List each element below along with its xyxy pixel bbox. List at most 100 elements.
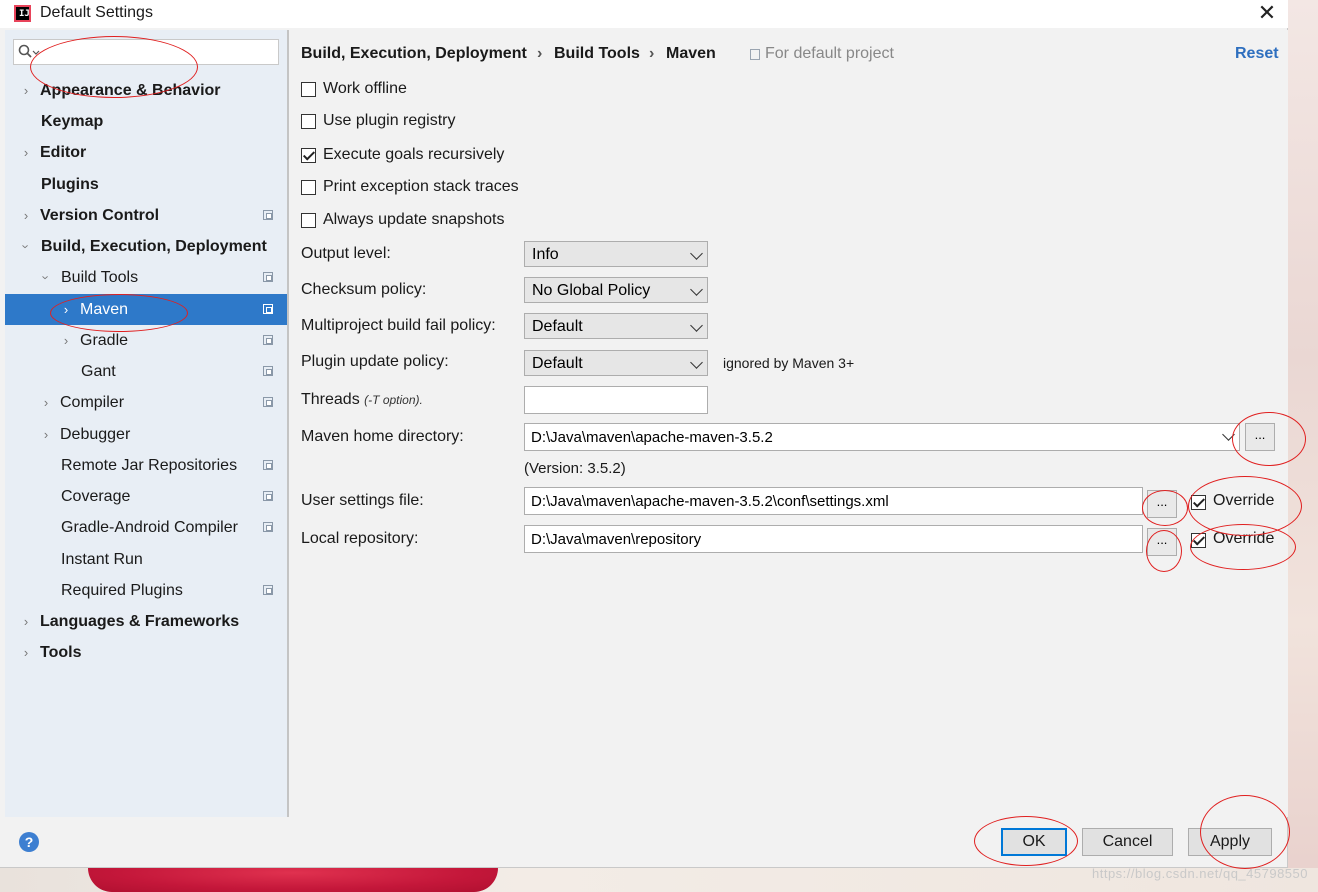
plugin-update-policy-label: Plugin update policy: — [301, 353, 449, 370]
sidebar-item-coverage[interactable]: Coverage — [5, 481, 287, 512]
sidebar-item-plugins[interactable]: Plugins — [5, 169, 287, 200]
sidebar-item-version-control[interactable]: › Version Control — [5, 200, 287, 231]
apply-button[interactable]: Apply — [1188, 828, 1272, 856]
project-settings-icon — [263, 522, 273, 532]
sidebar-item-tools[interactable]: › Tools — [5, 637, 287, 668]
chevron-right-icon: › — [23, 83, 29, 98]
sidebar-item-compiler[interactable]: › Compiler — [5, 387, 287, 418]
search-box[interactable] — [13, 39, 279, 65]
chevron-down-icon — [690, 247, 703, 260]
project-settings-icon — [263, 304, 273, 314]
threads-input[interactable] — [524, 386, 708, 414]
reset-link[interactable]: Reset — [1235, 45, 1279, 63]
watermark: https://blog.csdn.net/qq_45798550 — [1092, 866, 1308, 881]
chevron-down-icon: › — [38, 275, 54, 280]
sidebar-item-editor[interactable]: › Editor — [5, 137, 287, 168]
sidebar-item-remote-jar-repositories[interactable]: Remote Jar Repositories — [5, 450, 287, 481]
sidebar-item-required-plugins[interactable]: Required Plugins — [5, 575, 287, 606]
maven-home-combo[interactable]: D:\Java\maven\apache-maven-3.5.2 — [524, 423, 1240, 451]
sidebar-item-label: Gradle — [80, 332, 129, 349]
chevron-right-icon: › — [43, 427, 49, 442]
sidebar-item-maven[interactable]: › Maven — [5, 294, 287, 325]
project-settings-icon — [263, 491, 273, 501]
output-level-label: Output level: — [301, 245, 391, 262]
ok-button[interactable]: OK — [1001, 828, 1067, 856]
plugin-update-note: ignored by Maven 3+ — [723, 355, 855, 371]
checksum-policy-select[interactable]: No Global Policy — [524, 277, 708, 303]
local-repository-value: D:\Java\maven\repository — [531, 531, 702, 548]
local-repository-input[interactable]: D:\Java\maven\repository — [524, 525, 1143, 553]
chevron-down-icon — [690, 283, 703, 296]
settings-dialog: IJ Default Settings ✕ › Appearance & Beh… — [0, 0, 1288, 868]
execute-goals-recursively-checkbox[interactable] — [301, 148, 316, 163]
use-plugin-registry-checkbox[interactable] — [301, 114, 316, 129]
multiproject-fail-policy-select[interactable]: Default — [524, 313, 708, 339]
sidebar-item-label: Coverage — [61, 488, 131, 505]
sidebar-item-label: Compiler — [60, 394, 125, 411]
checkbox-label: Execute goals recursively — [323, 146, 505, 163]
close-icon: ✕ — [1257, 0, 1277, 25]
user-settings-override-checkbox[interactable] — [1191, 495, 1206, 510]
output-level-select[interactable]: Info — [524, 241, 708, 267]
sidebar-item-label: Gradle-Android Compiler — [61, 519, 238, 536]
checksum-policy-label: Checksum policy: — [301, 281, 427, 298]
sidebar-item-label: Instant Run — [61, 551, 143, 568]
chevron-down-icon — [690, 319, 703, 332]
sidebar-item-label: Tools — [40, 644, 82, 661]
plugin-update-policy-select[interactable]: Default — [524, 350, 708, 376]
project-settings-icon — [263, 460, 273, 470]
sidebar-item-label: Plugins — [41, 176, 99, 193]
window-title: Default Settings — [40, 4, 153, 21]
local-repository-label: Local repository: — [301, 530, 419, 547]
sidebar-item-build-tools[interactable]: › Build Tools — [5, 262, 287, 293]
sidebar-item-debugger[interactable]: › Debugger — [5, 419, 287, 450]
checkbox-label: Always update snapshots — [323, 211, 505, 228]
maven-home-browse-button[interactable]: ... — [1245, 423, 1275, 451]
threads-label: Threads (-T option). — [301, 391, 423, 409]
sidebar-item-languages-frameworks[interactable]: › Languages & Frameworks — [5, 606, 287, 637]
breadcrumb-item: Build Tools — [554, 45, 640, 62]
chevron-right-icon: › — [23, 145, 29, 160]
threads-label-text: Threads — [301, 391, 360, 408]
sidebar-item-label: Remote Jar Repositories — [61, 457, 238, 474]
chevron-right-icon: › — [23, 645, 29, 660]
user-settings-value: D:\Java\maven\apache-maven-3.5.2\conf\se… — [531, 493, 889, 510]
chevron-down-icon — [690, 356, 703, 369]
cancel-button[interactable]: Cancel — [1082, 828, 1173, 856]
sidebar-item-label: Editor — [40, 144, 87, 161]
project-settings-icon — [263, 272, 273, 282]
help-icon[interactable]: ? — [19, 832, 39, 852]
user-settings-label: User settings file: — [301, 492, 424, 509]
sidebar-item-label: Build Tools — [61, 269, 139, 286]
desktop-wallpaper-shape — [88, 868, 498, 892]
close-button[interactable]: ✕ — [1252, 0, 1282, 26]
print-exception-stack-traces-checkbox[interactable] — [301, 180, 316, 195]
local-repository-browse-button[interactable]: ... — [1147, 528, 1177, 556]
project-settings-icon — [263, 397, 273, 407]
user-settings-input[interactable]: D:\Java\maven\apache-maven-3.5.2\conf\se… — [524, 487, 1143, 515]
desktop-background — [1288, 0, 1318, 892]
user-settings-browse-button[interactable]: ... — [1147, 490, 1177, 518]
chevron-down-icon — [1222, 428, 1235, 441]
local-repository-override-checkbox[interactable] — [1191, 533, 1206, 548]
search-input[interactable] — [42, 42, 276, 64]
breadcrumb-item: Build, Execution, Deployment — [301, 45, 527, 62]
project-scope-icon — [750, 49, 760, 60]
work-offline-checkbox[interactable] — [301, 82, 316, 97]
threads-hint: (-T option). — [364, 393, 423, 407]
sidebar-item-gant[interactable]: Gant — [5, 356, 287, 387]
select-value: Info — [532, 246, 559, 263]
sidebar-item-build-execution-deployment[interactable]: › Build, Execution, Deployment — [5, 231, 287, 262]
chevron-down-icon: › — [18, 244, 34, 249]
sidebar-item-label: Maven — [80, 301, 129, 318]
sidebar-item-gradle-android-compiler[interactable]: Gradle-Android Compiler — [5, 512, 287, 543]
sidebar-item-gradle[interactable]: › Gradle — [5, 325, 287, 356]
project-settings-icon — [263, 585, 273, 595]
sidebar-item-appearance-behavior[interactable]: › Appearance & Behavior — [5, 75, 287, 106]
breadcrumb-scope: For default project — [765, 45, 894, 62]
intellij-app-icon: IJ — [14, 5, 31, 22]
sidebar-item-instant-run[interactable]: Instant Run — [5, 544, 287, 575]
dialog-button-bar: ? OK Cancel Apply — [5, 817, 1287, 867]
sidebar-item-keymap[interactable]: Keymap — [5, 106, 287, 137]
always-update-snapshots-checkbox[interactable] — [301, 213, 316, 228]
